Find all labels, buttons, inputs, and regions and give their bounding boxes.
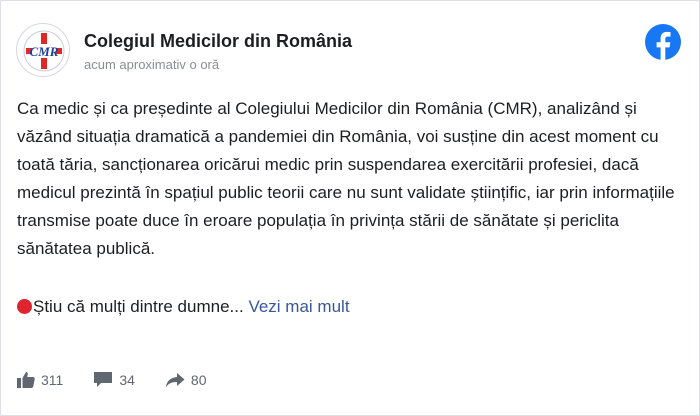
share-count: 80 <box>190 371 207 388</box>
page-name-link[interactable]: Colegiul Medicilor din România <box>84 31 352 52</box>
like-count: 311 <box>41 371 64 388</box>
facebook-icon[interactable] <box>644 23 682 61</box>
comment-count: 34 <box>119 371 135 388</box>
share-button[interactable]: 80 <box>165 371 207 388</box>
red-circle-icon <box>17 299 32 314</box>
see-more-link[interactable]: Vezi mai mult <box>248 297 349 316</box>
post-timestamp[interactable]: acum aproximativ o oră <box>84 57 219 72</box>
cmr-logo: CMR <box>23 30 65 72</box>
comment-button[interactable]: 34 <box>93 371 135 388</box>
comment-icon <box>94 372 113 387</box>
post-paragraph: Ca medic și ca președinte al Colegiului … <box>17 99 675 258</box>
like-icon <box>17 372 35 388</box>
like-button[interactable]: 311 <box>17 371 63 388</box>
truncated-line: Știu că mulți dintre dumne... Vezi mai m… <box>17 293 350 321</box>
logo-lettering: CMR <box>30 44 59 59</box>
truncated-text: Știu că mulți dintre dumne... <box>33 297 244 316</box>
post-card: CMR Colegiul Medicilor din România acum … <box>0 0 700 416</box>
post-text: Ca medic și ca președinte al Colegiului … <box>17 95 687 263</box>
page-avatar[interactable]: CMR <box>16 23 70 77</box>
share-icon <box>165 372 185 387</box>
post-stats-bar: 311 34 80 <box>17 371 236 388</box>
